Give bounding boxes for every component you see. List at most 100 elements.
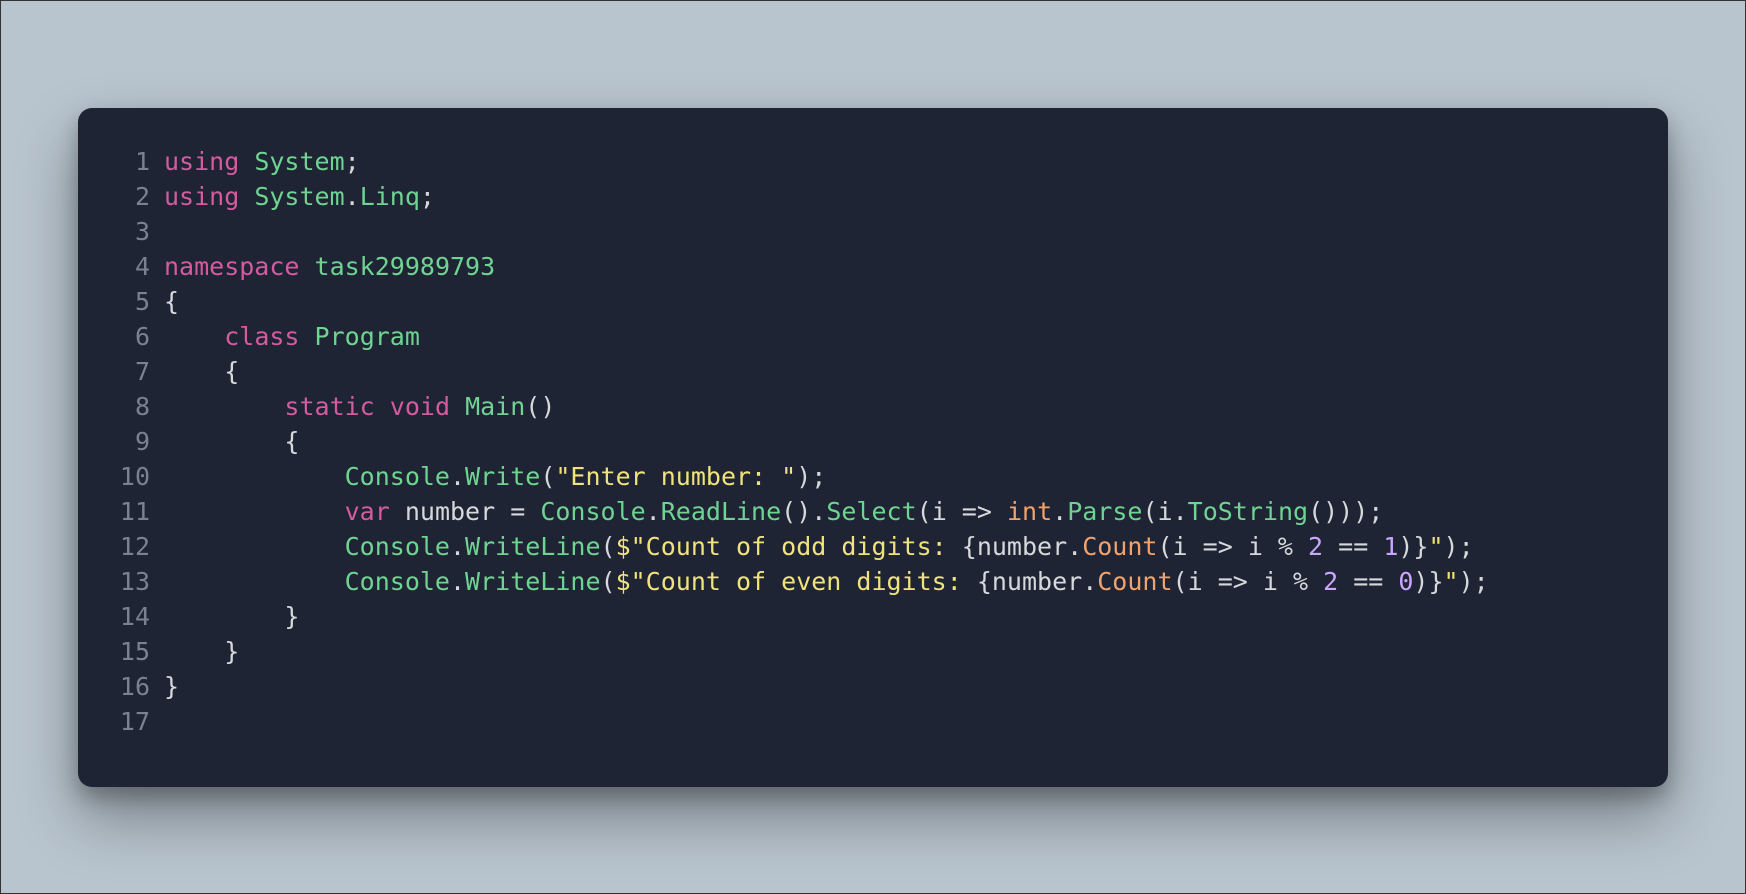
token-str: $"Count of odd digits:: [616, 532, 962, 561]
token-param: i: [1188, 567, 1203, 596]
code-line: 2using System.Linq;: [108, 179, 1638, 214]
token-punc: [299, 322, 314, 351]
code-content: {: [164, 424, 299, 459]
token-punc: (: [1142, 497, 1157, 526]
token-punc: .: [1052, 497, 1067, 526]
token-punc: }: [164, 637, 239, 666]
code-line: 15 }: [108, 634, 1638, 669]
code-content: class Program: [164, 319, 420, 354]
code-line: 6 class Program: [108, 319, 1638, 354]
line-number: 12: [108, 529, 164, 564]
token-punc: (: [917, 497, 932, 526]
token-param: i: [1248, 532, 1263, 561]
token-punc: .: [345, 182, 360, 211]
token-punc: ().: [781, 497, 826, 526]
token-punc: [164, 497, 345, 526]
token-fn: WriteLine: [465, 567, 600, 596]
token-punc: }: [164, 672, 179, 701]
code-line: 9 {: [108, 424, 1638, 459]
code-line: 12 Console.WriteLine($"Count of odd digi…: [108, 529, 1638, 564]
line-number: 16: [108, 669, 164, 704]
line-number: 14: [108, 599, 164, 634]
token-fn: WriteLine: [465, 532, 600, 561]
token-punc: ==: [1323, 532, 1383, 561]
token-punc: );: [1459, 567, 1489, 596]
token-punc: ()));: [1308, 497, 1383, 526]
code-line: 8 static void Main(): [108, 389, 1638, 424]
token-punc: .: [450, 462, 465, 491]
token-fn: ToString: [1188, 497, 1308, 526]
code-line: 16}: [108, 669, 1638, 704]
token-punc: [239, 147, 254, 176]
token-punc: .: [450, 532, 465, 561]
token-punc: {: [164, 357, 239, 386]
token-punc: );: [796, 462, 826, 491]
token-param: number: [992, 567, 1082, 596]
code-content: using System.Linq;: [164, 179, 435, 214]
token-type: task29989793: [315, 252, 496, 281]
token-punc: (: [601, 532, 616, 561]
token-punc: {: [164, 427, 299, 456]
line-number: 5: [108, 284, 164, 319]
token-type: System: [254, 147, 344, 176]
token-punc: %: [1278, 567, 1323, 596]
line-number: 10: [108, 459, 164, 494]
token-type: Console: [345, 532, 450, 561]
code-content: var number = Console.ReadLine().Select(i…: [164, 494, 1383, 529]
token-punc: [299, 252, 314, 281]
token-kw: using: [164, 147, 239, 176]
token-punc: ==: [1338, 567, 1398, 596]
token-num: 0: [1398, 567, 1413, 596]
token-punc: [164, 322, 224, 351]
token-punc: [164, 392, 284, 421]
token-kw: using: [164, 182, 239, 211]
token-type: Console: [540, 497, 645, 526]
token-type: Program: [315, 322, 420, 351]
token-punc: {: [962, 532, 977, 561]
code-line: 10 Console.Write("Enter number: ");: [108, 459, 1638, 494]
line-number: 11: [108, 494, 164, 529]
token-punc: ;: [420, 182, 435, 211]
token-tori: int: [1007, 497, 1052, 526]
code-content: }: [164, 599, 299, 634]
token-tori: Count: [1097, 567, 1172, 596]
token-punc: ;: [345, 147, 360, 176]
token-fn: Main: [465, 392, 525, 421]
token-punc: )}: [1398, 532, 1428, 561]
token-punc: .: [1173, 497, 1188, 526]
token-punc: {: [977, 567, 992, 596]
code-content: {: [164, 284, 179, 319]
token-punc: (: [540, 462, 555, 491]
token-punc: (: [1157, 532, 1172, 561]
token-punc: (: [1173, 567, 1188, 596]
line-number: 2: [108, 179, 164, 214]
token-punc: .: [450, 567, 465, 596]
line-number: 15: [108, 634, 164, 669]
code-content: using System;: [164, 144, 360, 179]
code-content: static void Main(): [164, 389, 555, 424]
token-punc: }: [164, 602, 299, 631]
code-line: 4namespace task29989793: [108, 249, 1638, 284]
token-punc: (: [601, 567, 616, 596]
line-number: 13: [108, 564, 164, 599]
token-kw: static: [284, 392, 374, 421]
code-line: 11 var number = Console.ReadLine().Selec…: [108, 494, 1638, 529]
token-type: Linq: [360, 182, 420, 211]
token-punc: =: [495, 497, 540, 526]
line-number: 1: [108, 144, 164, 179]
token-punc: [390, 497, 405, 526]
line-number: 6: [108, 319, 164, 354]
code-content: }: [164, 634, 239, 669]
code-content: Console.Write("Enter number: ");: [164, 459, 826, 494]
token-punc: =>: [1188, 532, 1248, 561]
token-punc: .: [1067, 532, 1082, 561]
token-str: ": [1444, 567, 1459, 596]
token-punc: (): [525, 392, 555, 421]
token-punc: [375, 392, 390, 421]
line-number: 7: [108, 354, 164, 389]
token-fn: Select: [826, 497, 916, 526]
token-num: 1: [1383, 532, 1398, 561]
token-type: Console: [345, 462, 450, 491]
token-punc: [164, 567, 345, 596]
code-line: 1using System;: [108, 144, 1638, 179]
